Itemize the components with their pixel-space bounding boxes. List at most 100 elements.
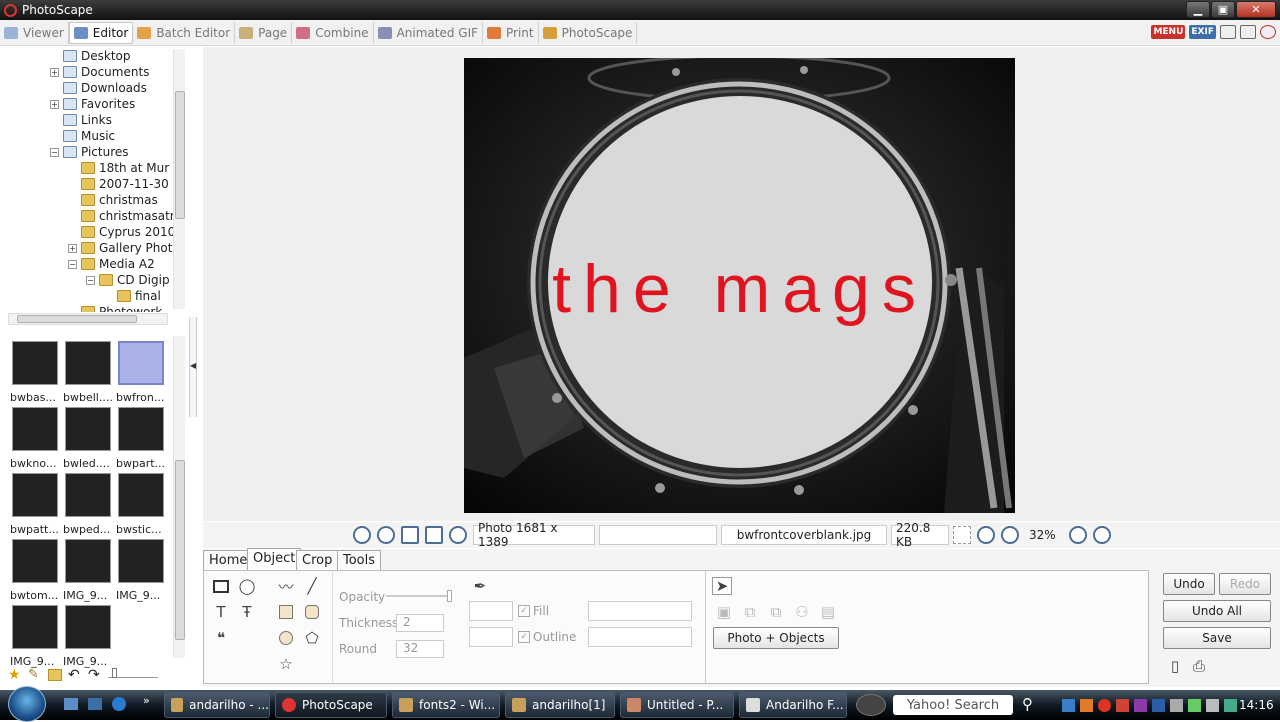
help-icon[interactable]	[1260, 25, 1276, 39]
folder-tree[interactable]: Desktop + Documents Downloads + Favorites Link…	[0, 47, 185, 312]
undo-button[interactable]: Undo	[1163, 573, 1215, 595]
tab-photoscape[interactable]: PhotoScape	[539, 21, 638, 44]
tree-scroll-thumb[interactable]	[175, 91, 185, 219]
flip-icon[interactable]	[425, 526, 443, 544]
tree-item[interactable]: final	[104, 288, 161, 304]
new-page-icon[interactable]: ▯	[1165, 657, 1185, 675]
tree-item[interactable]: Cyprus 2010	[68, 224, 175, 240]
rotate-left-icon[interactable]	[353, 526, 371, 544]
task-andarilho1[interactable]: andarilho[1]	[505, 692, 615, 718]
tab-viewer[interactable]: Viewer	[0, 21, 69, 44]
forward-icon[interactable]: ↷	[88, 668, 102, 682]
opacity-slider-thumb[interactable]	[447, 590, 452, 602]
properties-icon[interactable]: ▤	[818, 603, 838, 621]
maximize-button[interactable]: ▣	[1211, 1, 1235, 18]
start-button[interactable]	[8, 686, 46, 722]
thumbnail-item[interactable]: bwfron...	[116, 341, 166, 404]
tree-item[interactable]: christmasatr	[68, 208, 175, 224]
thumbnail-item[interactable]: bwbell....	[63, 341, 113, 404]
tab-print[interactable]: Print	[483, 21, 539, 44]
tree-scrollbar[interactable]	[173, 49, 185, 309]
thumbnail-item[interactable]: bwled....	[63, 407, 113, 470]
task-andarilho[interactable]: andarilho - ...	[164, 692, 270, 718]
bring-front-icon[interactable]: ⧉	[740, 603, 760, 621]
tree-item[interactable]: christmas	[68, 192, 158, 208]
task-photoscape[interactable]: PhotoScape	[275, 692, 387, 718]
tab-crop[interactable]: Crop	[296, 550, 339, 571]
tab-batch-editor[interactable]: Batch Editor	[133, 21, 236, 44]
text-style-icon[interactable]: Ŧ	[237, 603, 257, 621]
ellipse-icon[interactable]	[276, 629, 296, 647]
thumb-size-slider-thumb[interactable]	[112, 668, 117, 678]
thumbnail-item[interactable]: bwtom...	[10, 539, 60, 602]
tab-editor[interactable]: Editor	[68, 21, 134, 44]
thumbnail-item[interactable]: IMG_9...	[63, 539, 113, 602]
edit-icon[interactable]: ✎	[28, 668, 42, 681]
menu-button[interactable]: MENU	[1151, 25, 1186, 39]
close-button[interactable]: ✕	[1236, 1, 1276, 18]
tree-item[interactable]: 2007-11-30	[68, 176, 169, 192]
opacity-slider[interactable]	[386, 590, 452, 602]
round-input[interactable]: 32	[396, 640, 444, 658]
zoom-fit-icon[interactable]	[1001, 526, 1019, 544]
thumbnail-item[interactable]: bwpatt...	[10, 473, 60, 536]
thumbnail-item[interactable]: IMG_9...	[116, 539, 166, 602]
freehand-icon[interactable]: 〰	[276, 577, 296, 596]
print-icon[interactable]: ⎙	[1189, 657, 1209, 675]
quote-icon[interactable]: ❝	[211, 629, 231, 647]
tree-item[interactable]: 18th at Mur	[68, 160, 169, 176]
thumbnail-item[interactable]: IMG_9...	[10, 605, 60, 668]
tree-item[interactable]: − Media A2	[68, 256, 155, 272]
tree-item[interactable]: Photowork	[68, 304, 162, 312]
battery-icon[interactable]	[1188, 698, 1201, 712]
thumbnail-item[interactable]: bwpart...	[116, 407, 166, 470]
tree-hscroll-thumb[interactable]	[17, 315, 137, 323]
refresh-icon[interactable]	[449, 526, 467, 544]
expand-icon[interactable]: +	[50, 99, 59, 109]
line-icon[interactable]: ╱	[302, 577, 322, 595]
rotate-right-icon[interactable]	[377, 526, 395, 544]
outline-style-dropdown[interactable]	[588, 627, 692, 647]
thumb-size-slider[interactable]	[108, 666, 158, 678]
panel-splitter[interactable]: ◀	[189, 317, 197, 417]
tab-object[interactable]: Object	[247, 548, 302, 571]
star-shape-icon[interactable]: ☆	[276, 655, 296, 673]
thumbs-scrollbar[interactable]	[173, 336, 185, 658]
zoom-in-icon[interactable]	[1069, 526, 1087, 544]
tree-item[interactable]: − Pictures	[50, 144, 129, 160]
thumbs-scroll-thumb[interactable]	[175, 460, 185, 640]
task-untitled-paint[interactable]: Untitled - P...	[620, 692, 734, 718]
expand-icon[interactable]: −	[50, 147, 59, 157]
tab-home[interactable]: Home	[203, 550, 254, 571]
yahoo-search-box[interactable]: Yahoo! Search	[893, 695, 1013, 715]
undo-all-button[interactable]: Undo All	[1163, 600, 1271, 622]
tree-item[interactable]: Music	[50, 128, 115, 144]
quicklaunch-more-icon[interactable]: »	[143, 694, 150, 707]
polygon-icon[interactable]: ⬠	[302, 629, 322, 647]
expand-icon[interactable]: +	[68, 243, 77, 253]
task-fonts2[interactable]: fonts2 - Wi...	[392, 692, 500, 718]
thumbnail-item[interactable]: bwstic...	[116, 473, 166, 536]
canvas-area[interactable]: the mags	[203, 47, 1280, 521]
zoom-actual-icon[interactable]	[977, 526, 995, 544]
tray-icon-2[interactable]	[1080, 698, 1093, 712]
tree-item[interactable]: Downloads	[50, 80, 147, 96]
hp-icon[interactable]	[856, 694, 886, 716]
tree-item[interactable]: Desktop	[50, 48, 131, 64]
color-picker-icon[interactable]: ✒	[470, 577, 490, 595]
send-back-icon[interactable]: ⧉	[766, 603, 786, 621]
thickness-input[interactable]: 2	[396, 614, 444, 632]
transparency-icon[interactable]	[953, 526, 971, 544]
back-icon[interactable]: ↶	[68, 668, 82, 682]
tree-item[interactable]: Links	[50, 112, 112, 128]
insert-photo-icon[interactable]	[211, 577, 231, 595]
zoom-out-icon[interactable]	[1093, 526, 1111, 544]
photo-objects-button[interactable]: Photo + Objects	[713, 627, 839, 649]
thumbnail-item[interactable]: bwkno...	[10, 407, 60, 470]
search-icon[interactable]: ⚲	[1022, 695, 1033, 713]
outline-color-dropdown[interactable]	[469, 627, 513, 647]
text-icon[interactable]: T	[211, 603, 231, 621]
expand-icon[interactable]: −	[86, 275, 95, 285]
tree-hscrollbar[interactable]	[8, 313, 168, 325]
task-andarilho-font[interactable]: Andarilho F...	[739, 692, 847, 718]
